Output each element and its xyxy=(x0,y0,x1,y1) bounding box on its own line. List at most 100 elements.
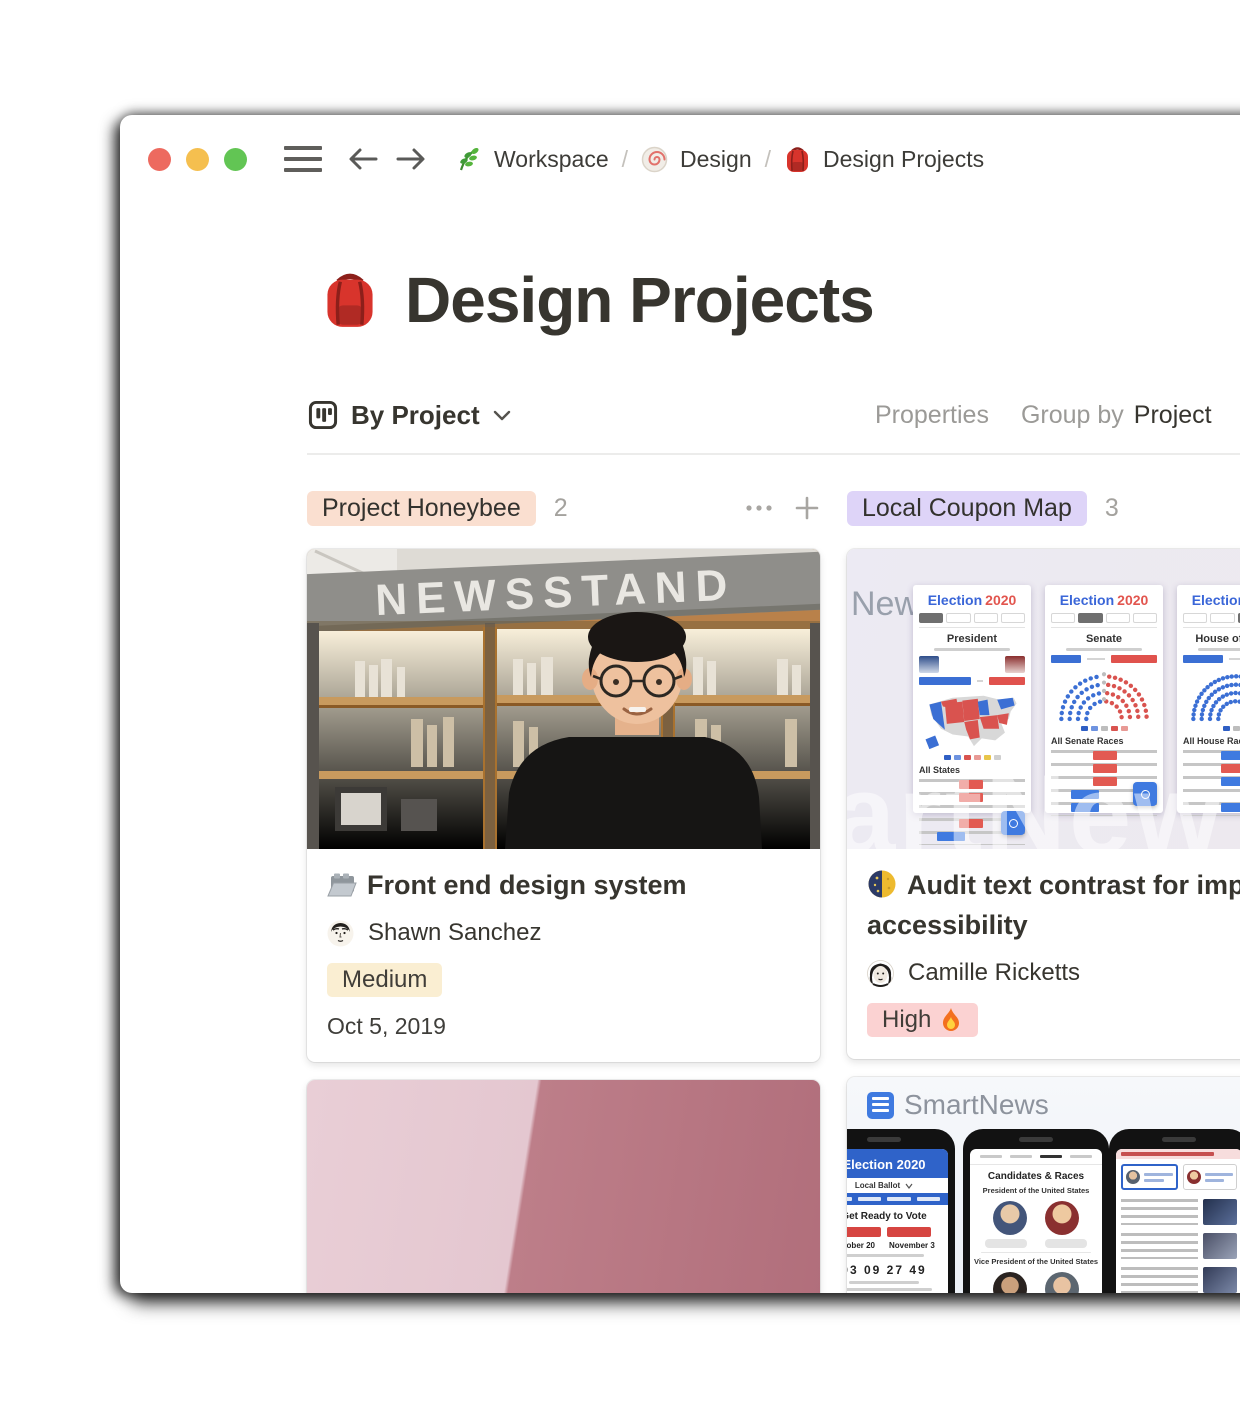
phone2-heading: Candidates & Races xyxy=(970,1171,1102,1182)
breadcrumb-item-design[interactable]: Design xyxy=(641,146,752,173)
card-body: Audit text contrast for improved accessi… xyxy=(847,849,1240,1059)
priority-tag: Medium xyxy=(327,963,442,997)
card-assignee: Camille Ricketts xyxy=(867,959,1240,987)
card-title: Front end design system xyxy=(367,870,687,900)
table-title: All House Races xyxy=(1183,736,1240,746)
seats-bar xyxy=(1051,655,1157,663)
sidebar-menu-button[interactable] xyxy=(284,146,322,172)
page-title: Design Projects xyxy=(405,263,874,337)
column-count: 2 xyxy=(554,494,568,523)
smartnews-logo-icon xyxy=(867,1092,894,1119)
herb-icon xyxy=(454,145,482,173)
breadcrumb: Workspace / Design / Design Projects xyxy=(454,145,984,174)
priority-label: High xyxy=(882,1006,931,1034)
breadcrumb-item-workspace[interactable]: Workspace xyxy=(454,145,609,173)
breadcrumb-separator: / xyxy=(765,146,771,173)
backpack-icon[interactable] xyxy=(321,268,379,332)
phone2-sub1: President of the United States xyxy=(970,1186,1102,1195)
view-tab-by-project[interactable]: By Project xyxy=(307,399,512,431)
chevron-down-icon xyxy=(492,408,512,422)
card-date: Oct 5, 2019 xyxy=(327,1013,800,1040)
phone1-countdown: 03 09 27 49 xyxy=(847,1263,948,1277)
phone-screen: Candidates & Races President of the Unit… xyxy=(970,1149,1102,1293)
chart-legend xyxy=(1183,726,1240,731)
view-toolbar: By Project Properties Group by Project xyxy=(307,391,1240,455)
card-list: News Election2020 President xyxy=(847,549,1240,1293)
election-brand: Election2020 xyxy=(1051,592,1157,608)
column-actions xyxy=(744,495,820,521)
card-cover-pink-paper xyxy=(307,1080,820,1293)
zoom-button[interactable] xyxy=(224,148,247,171)
card-title-row: Audit text contrast for improved accessi… xyxy=(867,865,1240,945)
phone-screen xyxy=(1116,1149,1240,1293)
group-by-value[interactable]: Project xyxy=(1134,401,1212,430)
app-window: Workspace / Design / Design Projects xyxy=(120,115,1240,1293)
phone-newsfeed xyxy=(1109,1129,1240,1293)
breadcrumb-separator: / xyxy=(622,146,628,173)
column-name-tag[interactable]: Project Honeybee xyxy=(307,491,536,526)
election-brand: Election2020 xyxy=(919,592,1025,608)
phone-screen: Election 2020 Local Ballot Get Ready to … xyxy=(847,1149,948,1293)
avatar-camille-ricketts xyxy=(867,960,894,987)
priority-tag: High xyxy=(867,1003,978,1037)
senate-seat-chart xyxy=(1052,666,1156,722)
phone3-candidate-chips xyxy=(1116,1159,1240,1195)
group-by-label[interactable]: Group by xyxy=(1021,401,1124,430)
toolbar-actions: Properties Group by Project xyxy=(875,401,1212,430)
card-cover-election-screens: News Election2020 President xyxy=(847,549,1240,849)
card-index-dividers-icon xyxy=(327,871,357,899)
news-row xyxy=(1116,1229,1240,1263)
phone-candidates: Candidates & Races President of the Unit… xyxy=(963,1129,1109,1293)
smartnews-logo: SmartNews xyxy=(867,1089,1049,1121)
board-column-local-coupon-map: Local Coupon Map 3 News Election2020 Pre… xyxy=(847,489,1240,1293)
column-count: 3 xyxy=(1105,494,1119,523)
breadcrumb-label: Design xyxy=(680,146,752,173)
results-bar xyxy=(919,677,1025,685)
card-cover-newsstand-photo: NEWSSTAND xyxy=(307,549,820,849)
phone1-dates: October 20 November 3 xyxy=(847,1241,948,1250)
titlebar: Workspace / Design / Design Projects xyxy=(120,115,1240,203)
ballot-dropdown: Local Ballot xyxy=(847,1178,948,1193)
board-column-project-honeybee: Project Honeybee 2 xyxy=(307,489,820,1293)
forward-button[interactable] xyxy=(394,144,428,174)
chart-legend xyxy=(1051,726,1157,731)
card-front-end-design-system[interactable]: NEWSSTAND xyxy=(307,549,820,1062)
page-header: Design Projects xyxy=(307,263,874,337)
column-name-tag[interactable]: Local Coupon Map xyxy=(847,491,1087,526)
news-row xyxy=(1116,1263,1240,1293)
election-brand: Election2020 xyxy=(1183,592,1240,608)
card-smartnews[interactable]: SmartNews Election 2020 Local Ballot xyxy=(847,1077,1240,1293)
house-seat-chart xyxy=(1184,666,1240,722)
card-title: Audit text contrast for improved accessi… xyxy=(867,870,1240,940)
board-view-icon xyxy=(307,399,339,431)
candidate-faces xyxy=(970,1201,1102,1235)
seats-bar xyxy=(1183,655,1240,663)
news-row xyxy=(1116,1195,1240,1229)
priority-label: Medium xyxy=(342,966,427,994)
phone2-tabs xyxy=(970,1149,1102,1165)
tab-bar xyxy=(1183,613,1240,628)
column-header: Local Coupon Map 3 xyxy=(847,489,1240,527)
board: Project Honeybee 2 xyxy=(307,489,1240,1293)
ellipsis-icon[interactable] xyxy=(744,503,774,513)
card-body: Front end design system Shaw xyxy=(307,849,820,1062)
card-audit-text-contrast[interactable]: News Election2020 President xyxy=(847,549,1240,1059)
us-map-chart xyxy=(920,689,1024,751)
assignee-name: Camille Ricketts xyxy=(908,959,1080,987)
card-list: NEWSSTAND xyxy=(307,549,820,1293)
smartnews-logo-text: SmartNews xyxy=(904,1089,1049,1121)
plus-icon[interactable] xyxy=(794,495,820,521)
candidate-name-pills xyxy=(970,1239,1102,1248)
back-button[interactable] xyxy=(346,144,380,174)
card-pink-paper[interactable] xyxy=(307,1080,820,1293)
breadcrumb-item-design-projects[interactable]: Design Projects xyxy=(784,145,984,174)
smartnews-ghost-watermark: artNew xyxy=(847,750,1224,849)
minimize-button[interactable] xyxy=(186,148,209,171)
tab-bar xyxy=(919,613,1025,628)
properties-button[interactable]: Properties xyxy=(875,401,989,430)
phone2-sub2: Vice President of the United States xyxy=(970,1257,1102,1266)
section-title: President xyxy=(919,633,1025,645)
tab-bar xyxy=(1051,613,1157,628)
close-button[interactable] xyxy=(148,148,171,171)
view-label: By Project xyxy=(351,400,480,431)
